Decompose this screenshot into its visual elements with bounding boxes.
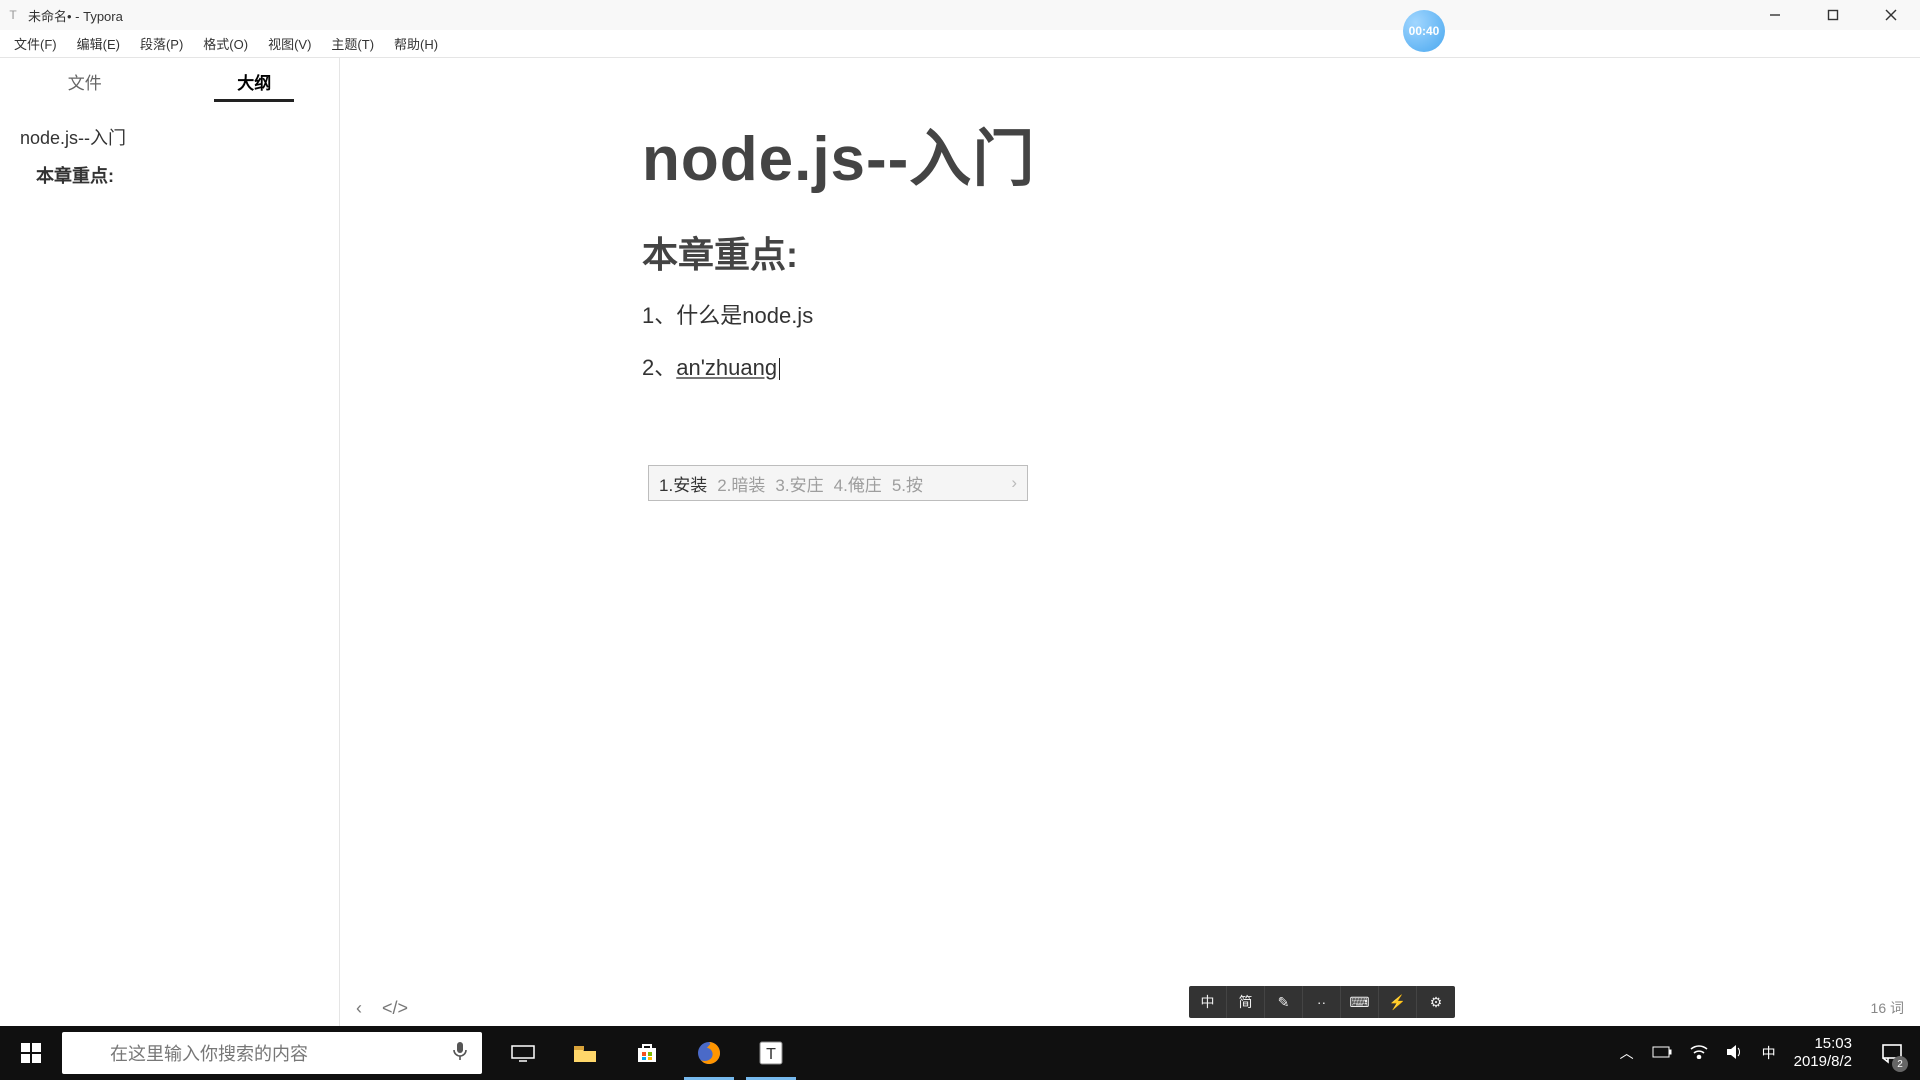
ime-candidate-1[interactable]: 1.安装 [659,471,707,496]
ime-candidate-4[interactable]: 4.俺庄 [834,471,882,496]
ime-more-icon[interactable]: › [1011,473,1017,493]
window-title: 未命名• - Typora [28,6,123,25]
doc-line-2[interactable]: 2、an'zhuang [642,350,1920,382]
ime-candidate-3[interactable]: 3.安庄 [775,471,823,496]
menu-format[interactable]: 格式(O) [193,31,258,56]
outline-item-h1[interactable]: node.js--入门 [20,118,329,156]
firefox-icon[interactable] [678,1026,740,1080]
typora-taskbar-icon[interactable]: T [740,1026,802,1080]
taskview-icon[interactable] [492,1026,554,1080]
explorer-icon[interactable] [554,1026,616,1080]
tray-ime[interactable]: 中 [1762,1043,1776,1063]
tray-battery-icon[interactable] [1652,1045,1672,1061]
tab-outline[interactable]: 大纲 [170,58,340,104]
minimize-button[interactable] [1746,0,1804,30]
menubar: 文件(F) 编辑(E) 段落(P) 格式(O) 视图(V) 主题(T) 帮助(H… [0,30,1920,58]
doc-line-1[interactable]: 1、什么是node.js [642,298,1920,330]
store-icon[interactable] [616,1026,678,1080]
tray-clock[interactable]: 15:03 2019/8/2 [1794,1035,1852,1071]
svg-text:T: T [766,1046,776,1063]
menu-para[interactable]: 段落(P) [130,31,193,56]
menu-file[interactable]: 文件(F) [4,31,67,56]
tray-volume-icon[interactable] [1726,1044,1744,1063]
ime-candidate-2[interactable]: 2.暗装 [717,471,765,496]
notification-icon[interactable]: 2 [1870,1026,1914,1080]
system-tray: ︿ 中 15:03 2019/8/2 2 [1614,1026,1920,1080]
word-count: 16 词 [1871,998,1904,1018]
status-source-icon[interactable]: </> [382,998,408,1019]
menu-theme[interactable]: 主题(T) [321,31,384,56]
editor-area[interactable]: node.js--入门 本章重点: 1、什么是node.js 2、an'zhua… [340,58,1920,1026]
editor-statusbar: ‹ </> 16 词 [340,990,1920,1026]
app-icon: T [4,6,22,24]
mic-icon[interactable] [452,1041,468,1066]
menu-edit[interactable]: 编辑(E) [67,31,130,56]
sidebar: 文件 大纲 node.js--入门 本章重点: [0,58,340,1026]
tray-wifi-icon[interactable] [1690,1045,1708,1062]
tray-chevron-icon[interactable]: ︿ [1620,1043,1634,1063]
ime-candidate-window[interactable]: 1.安装 2.暗装 3.安庄 4.俺庄 5.按 › [648,465,1028,501]
menu-help[interactable]: 帮助(H) [384,31,448,56]
sidebar-tabs: 文件 大纲 [0,58,339,104]
doc-h1[interactable]: node.js--入门 [642,108,1920,198]
tab-files[interactable]: 文件 [0,58,170,104]
taskbar-apps: T [492,1026,802,1080]
outline-item-h2[interactable]: 本章重点: [20,156,329,194]
ime-candidate-5[interactable]: 5.按 [892,471,923,496]
notification-badge: 2 [1892,1056,1908,1072]
text-cursor [779,358,780,380]
window-controls [1746,0,1920,30]
taskbar: 在这里输入你搜索的内容 T ︿ 中 15:03 2019/8/2 2 [0,1026,1920,1080]
maximize-button[interactable] [1804,0,1862,30]
taskbar-search[interactable]: 在这里输入你搜索的内容 [62,1032,482,1074]
ime-composition: an'zhuang [676,355,777,380]
menu-view[interactable]: 视图(V) [258,31,321,56]
outline-panel: node.js--入门 本章重点: [0,104,339,194]
doc-h2[interactable]: 本章重点: [642,226,1920,278]
titlebar: T 未命名• - Typora [0,0,1920,30]
recorder-timer-badge[interactable]: 00:40 [1403,10,1445,52]
main-container: 文件 大纲 node.js--入门 本章重点: node.js--入门 本章重点… [0,58,1920,1026]
search-placeholder: 在这里输入你搜索的内容 [110,1040,308,1066]
status-back-icon[interactable]: ‹ [356,998,362,1019]
cortana-icon [80,1043,100,1063]
start-button[interactable] [0,1026,62,1080]
close-button[interactable] [1862,0,1920,30]
